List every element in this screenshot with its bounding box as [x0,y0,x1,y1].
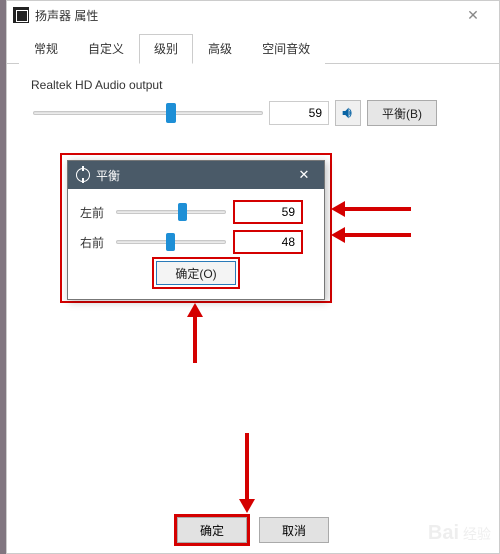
right-front-value[interactable]: 48 [234,231,302,253]
footer-buttons: 确定 取消 [7,517,499,543]
tab-level[interactable]: 级别 [139,34,193,64]
volume-row: 59 平衡(B) [33,100,483,126]
slider-thumb[interactable] [178,203,187,221]
left-front-label: 左前 [80,204,116,221]
balance-button[interactable]: 平衡(B) [367,100,437,126]
tab-custom[interactable]: 自定义 [73,34,139,64]
slider-thumb[interactable] [166,103,176,123]
annotation-arrow-left-value [331,201,411,217]
dialog-title: 平衡 [96,167,292,184]
speaker-properties-window: 扬声器 属性 ✕ 常规 自定义 级别 高级 空间音效 Realtek HD Au… [6,0,500,554]
volume-slider[interactable] [33,102,263,124]
slider-thumb[interactable] [166,233,175,251]
watermark: Bai 经验 [428,522,491,545]
dialog-ok-button[interactable]: 确定(O) [156,261,235,285]
dialog-body: 左前 59 右前 48 确定(O) [68,189,324,299]
right-front-slider[interactable] [116,232,226,252]
balance-row-right: 右前 48 [80,231,312,253]
cancel-button[interactable]: 取消 [259,517,329,543]
watermark-brand: Bai [428,522,459,545]
balance-icon [76,168,90,182]
right-front-label: 右前 [80,234,116,251]
mute-toggle-button[interactable] [335,100,361,126]
slider-track [33,111,263,115]
balance-dialog: 平衡 ✕ 左前 59 右前 48 确定(O) [67,160,325,300]
watermark-suffix: 经验 [463,524,491,544]
volume-value[interactable]: 59 [269,101,329,125]
tab-advanced[interactable]: 高级 [193,34,247,64]
dialog-ok-row: 确定(O) [80,261,312,285]
tab-content: Realtek HD Audio output 59 平衡(B) [7,64,499,140]
ok-button[interactable]: 确定 [177,517,247,543]
window-close-button[interactable]: ✕ [453,1,493,29]
speaker-icon [13,7,29,23]
dialog-close-button[interactable]: ✕ [292,167,316,183]
annotation-arrow-dialog-ok [187,303,203,363]
left-front-slider[interactable] [116,202,226,222]
annotation-arrow-right-value [331,227,411,243]
left-front-value[interactable]: 59 [234,201,302,223]
tab-spatial[interactable]: 空间音效 [247,34,325,64]
balance-row-left: 左前 59 [80,201,312,223]
speaker-volume-icon [340,105,356,121]
tab-strip: 常规 自定义 级别 高级 空间音效 [7,33,499,64]
tab-general[interactable]: 常规 [19,34,73,64]
annotation-arrow-footer-ok [239,433,255,513]
titlebar[interactable]: 扬声器 属性 ✕ [7,1,499,29]
device-name-label: Realtek HD Audio output [31,78,483,92]
slider-track [116,210,226,214]
window-title: 扬声器 属性 [35,7,453,24]
dialog-titlebar[interactable]: 平衡 ✕ [68,161,324,189]
